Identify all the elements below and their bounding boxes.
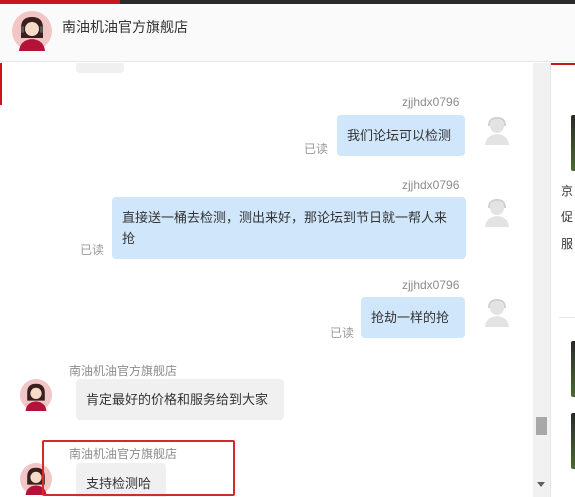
sidebar-accent-line — [551, 63, 575, 65]
message-sender: 南油机油官方旗舰店 — [69, 364, 178, 378]
read-status: 已读 — [80, 243, 105, 257]
product-thumbnail[interactable] — [571, 115, 575, 171]
user-avatar-icon — [485, 198, 509, 227]
user-message-bubble: 抢劫一样的抢 — [361, 297, 465, 338]
previous-message-bubble — [76, 63, 124, 73]
sidebar-text: 服 — [561, 237, 574, 251]
scrollbar-thumb[interactable] — [536, 417, 547, 435]
shop-avatar-icon[interactable] — [12, 11, 52, 51]
product-thumbnail[interactable] — [571, 341, 575, 397]
message-sender: zjjhdx0796 — [402, 95, 460, 109]
scroll-down-arrow-icon[interactable] — [537, 482, 545, 487]
shop-name-title: 南油机油官方旗舰店 — [62, 19, 188, 35]
message-sender: zjjhdx0796 — [402, 278, 460, 292]
chat-scrollbar[interactable] — [533, 63, 550, 497]
user-message-bubble: 我们论坛可以检测 — [337, 115, 465, 156]
shop-message-bubble: 肯定最好的价格和服务给到大家 — [76, 379, 284, 420]
message-sender: zjjhdx0796 — [402, 178, 460, 192]
chat-messages-area[interactable]: zjjhdx0796 我们论坛可以检测 已读 zjjhdx0796 直接送一桶去… — [2, 63, 533, 497]
read-status: 已读 — [330, 326, 355, 340]
highlight-box — [42, 440, 235, 496]
right-sidebar: 京 促 服 — [550, 63, 575, 497]
user-avatar-icon — [485, 298, 509, 327]
shop-avatar-icon — [20, 379, 52, 411]
product-thumbnail[interactable] — [571, 413, 575, 469]
read-status: 已读 — [304, 142, 329, 156]
sidebar-divider — [559, 317, 575, 318]
chat-header: 南油机油官方旗舰店 — [0, 4, 575, 62]
sidebar-text: 京 — [561, 184, 574, 198]
user-avatar-icon — [485, 116, 509, 145]
user-message-bubble: 直接送一桶去检测，测出来好，那论坛到节日就一帮人来抢 — [112, 197, 466, 259]
sidebar-text: 促 — [561, 210, 574, 224]
